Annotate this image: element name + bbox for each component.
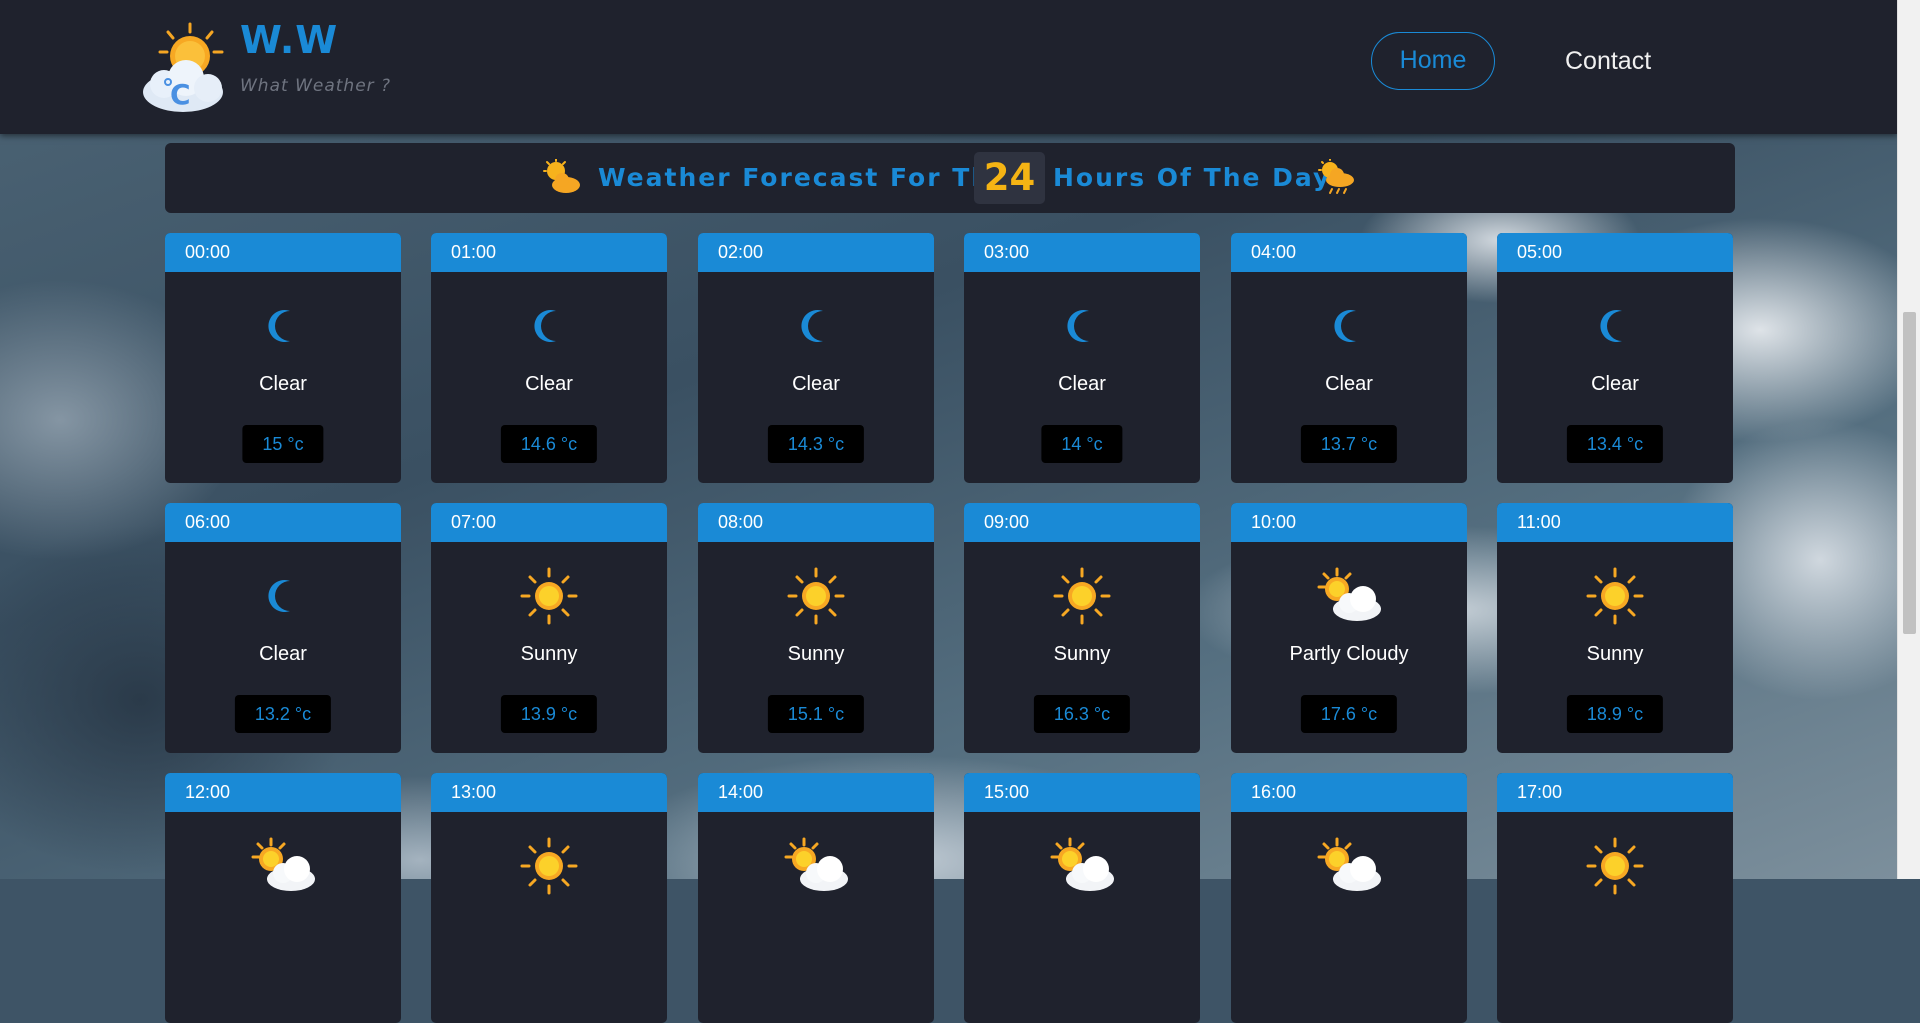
moon-icon xyxy=(698,293,934,359)
card-time: 01:00 xyxy=(431,233,667,272)
card-condition: Sunny xyxy=(520,643,578,665)
card-time: 10:00 xyxy=(1231,503,1467,542)
partly-cloudy-icon xyxy=(1231,833,1467,899)
forecast-banner: Weather Forecast For The 24 Hours Of The… xyxy=(165,143,1735,213)
forecast-card: 09:00 Sunny 16.3 °c xyxy=(964,503,1200,753)
nav-contact-link[interactable]: Contact xyxy=(1565,32,1651,90)
card-temperature: 14 °c xyxy=(1041,425,1123,463)
brand-title: W.W xyxy=(240,18,339,62)
forecast-card: 04:00 Clear 13.7 °c xyxy=(1231,233,1467,483)
card-time: 16:00 xyxy=(1231,773,1467,812)
forecast-card: 12:00 xyxy=(165,773,401,1023)
card-time: 03:00 xyxy=(964,233,1200,272)
card-temperature: 14.6 °c xyxy=(500,425,598,463)
card-time: 08:00 xyxy=(698,503,934,542)
card-condition: Clear xyxy=(1325,373,1373,395)
brand-subtitle: What Weather ? xyxy=(240,76,392,96)
partly-cloudy-icon xyxy=(698,833,934,899)
card-temperature: 13.4 °c xyxy=(1566,425,1664,463)
forecast-card: 08:00 Sunny 15.1 °c xyxy=(698,503,934,753)
card-condition: Clear xyxy=(259,373,307,395)
partly-cloudy-icon xyxy=(1231,563,1467,629)
forecast-card: 07:00 Sunny 13.9 °c xyxy=(431,503,667,753)
card-condition: Sunny xyxy=(1053,643,1111,665)
moon-icon xyxy=(431,293,667,359)
forecast-card: 06:00 Clear 13.2 °c xyxy=(165,503,401,753)
forecast-card: 11:00 Sunny 18.9 °c xyxy=(1497,503,1733,753)
moon-icon xyxy=(165,563,401,629)
svg-text:C: C xyxy=(170,78,191,111)
card-condition: Clear xyxy=(525,373,573,395)
page-scrollbar[interactable] xyxy=(1897,0,1920,879)
card-time: 07:00 xyxy=(431,503,667,542)
site-header: C W.W What Weather ? Home Contact xyxy=(0,0,1898,134)
card-time: 02:00 xyxy=(698,233,934,272)
sun-icon xyxy=(698,563,934,629)
forecast-card: 17:00 xyxy=(1497,773,1733,1023)
moon-icon xyxy=(964,293,1200,359)
card-condition: Partly Cloudy xyxy=(1289,643,1409,665)
card-time: 14:00 xyxy=(698,773,934,812)
card-temperature: 13.2 °c xyxy=(234,695,332,733)
card-temperature: 17.6 °c xyxy=(1300,695,1398,733)
banner-hours-badge: 24 xyxy=(974,152,1045,204)
card-time: 00:00 xyxy=(165,233,401,272)
partly-cloudy-icon xyxy=(964,833,1200,899)
forecast-card: 03:00 Clear 14 °c xyxy=(964,233,1200,483)
forecast-card: 02:00 Clear 14.3 °c xyxy=(698,233,934,483)
nav-home-link[interactable]: Home xyxy=(1371,32,1495,90)
card-condition: Clear xyxy=(259,643,307,665)
card-time: 12:00 xyxy=(165,773,401,812)
card-temperature: 14.3 °c xyxy=(767,425,865,463)
sun-cloud-icon xyxy=(542,158,582,195)
banner-title-prefix: Weather Forecast For The xyxy=(598,163,1011,192)
moon-icon xyxy=(165,293,401,359)
card-temperature: 18.9 °c xyxy=(1566,695,1664,733)
card-temperature: 15.1 °c xyxy=(767,695,865,733)
card-time: 13:00 xyxy=(431,773,667,812)
sun-rain-cloud-icon xyxy=(1316,158,1356,195)
card-time: 05:00 xyxy=(1497,233,1733,272)
sun-icon xyxy=(1497,833,1733,899)
moon-icon xyxy=(1231,293,1467,359)
sun-icon xyxy=(431,833,667,899)
forecast-card: 05:00 Clear 13.4 °c xyxy=(1497,233,1733,483)
forecast-card: 14:00 xyxy=(698,773,934,1023)
card-time: 09:00 xyxy=(964,503,1200,542)
card-temperature: 13.9 °c xyxy=(500,695,598,733)
card-temperature: 15 °c xyxy=(242,425,324,463)
card-condition: Clear xyxy=(1591,373,1639,395)
card-time: 06:00 xyxy=(165,503,401,542)
sun-icon xyxy=(964,563,1200,629)
forecast-card: 10:00 Partly Cloudy 17.6 °c xyxy=(1231,503,1467,753)
moon-icon xyxy=(1497,293,1733,359)
partly-cloudy-icon xyxy=(165,833,401,899)
forecast-card: 00:00 Clear 15 °c xyxy=(165,233,401,483)
scrollbar-thumb[interactable] xyxy=(1903,312,1916,634)
card-condition: Sunny xyxy=(1586,643,1644,665)
sun-icon xyxy=(431,563,667,629)
card-temperature: 13.7 °c xyxy=(1300,425,1398,463)
sun-icon xyxy=(1497,563,1733,629)
card-condition: Clear xyxy=(1058,373,1106,395)
forecast-card: 16:00 xyxy=(1231,773,1467,1023)
card-condition: Clear xyxy=(792,373,840,395)
forecast-card: 15:00 xyxy=(964,773,1200,1023)
forecast-card: 01:00 Clear 14.6 °c xyxy=(431,233,667,483)
card-time: 04:00 xyxy=(1231,233,1467,272)
card-time: 15:00 xyxy=(964,773,1200,812)
forecast-card: 13:00 xyxy=(431,773,667,1023)
sun-cloud-celsius-logo[interactable]: C xyxy=(138,22,228,114)
banner-title-suffix: Hours Of The Day xyxy=(1053,163,1332,192)
card-condition: Sunny xyxy=(787,643,845,665)
card-time: 11:00 xyxy=(1497,503,1733,542)
card-time: 17:00 xyxy=(1497,773,1733,812)
card-temperature: 16.3 °c xyxy=(1033,695,1131,733)
